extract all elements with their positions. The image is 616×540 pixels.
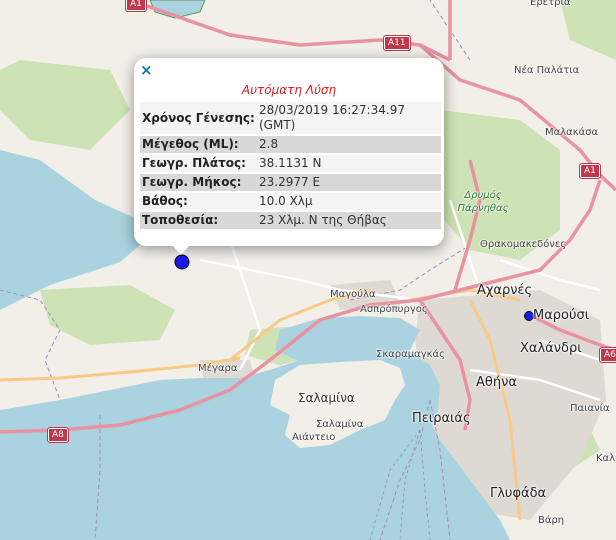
place-label-malakasa: Μαλακάσα	[545, 127, 599, 138]
road-shield-a8: A8	[48, 428, 68, 442]
place-label-paiania: Παιανία	[570, 403, 610, 414]
close-icon[interactable]: ×	[140, 62, 153, 78]
detail-label: Μέγεθος (ML):	[140, 136, 257, 153]
detail-label: Γεωγρ. Μήκος:	[140, 174, 257, 191]
earthquake-info-popup: × Αυτόματη Λύση Χρόνος Γένεσης: 28/03/20…	[134, 58, 444, 246]
place-label-drymos-parnithas: Δρυμός Πάρνηθας	[457, 190, 509, 214]
place-label-athina: Αθήνα	[476, 375, 517, 390]
detail-value: 10.0 Χλμ	[257, 193, 441, 210]
place-label-skaramangas: Σκαραμαγκάς	[376, 349, 445, 360]
detail-row-magnitude: Μέγεθος (ML): 2.8	[140, 136, 441, 153]
detail-row-location: Τοποθεσία: 23 Χλμ. N της Θήβας	[140, 212, 441, 229]
popup-title: Αυτόματη Λύση	[241, 83, 337, 97]
earthquake-details-table: Χρόνος Γένεσης: 28/03/2019 16:27:34.97 (…	[140, 100, 441, 231]
place-label-chalandri: Χαλάνδρι	[520, 341, 582, 356]
detail-value: 28/03/2019 16:27:34.97 (GMT)	[257, 102, 441, 134]
detail-row-longitude: Γεωγρ. Μήκος: 23.2977 E	[140, 174, 441, 191]
detail-value: 23.2977 E	[257, 174, 441, 191]
place-label-aianteio: Αιάντειο	[292, 432, 336, 443]
place-label-salamina-town: Σαλαμίνα	[316, 419, 364, 430]
detail-row-latitude: Γεωγρ. Πλάτος: 38.1131 N	[140, 155, 441, 172]
detail-label: Χρόνος Γένεσης:	[140, 102, 257, 134]
place-label-kalyvia: Καλύβια	[596, 453, 616, 464]
place-label-aspropyrgos: Ασπρόπυργος	[360, 304, 428, 315]
popup-tip	[172, 245, 190, 255]
road-shield-a11: A11	[384, 36, 410, 50]
detail-label: Βάθος:	[140, 193, 257, 210]
place-label-vari: Βάρη	[538, 515, 565, 526]
place-label-glyfada: Γλυφάδα	[490, 486, 547, 501]
place-label-nea-palatia: Νέα Παλάτια	[514, 65, 580, 76]
place-label-thrakomakedones: Θρακομακεδόνες	[480, 239, 567, 250]
place-label-magoula: Μαγούλα	[330, 289, 376, 300]
detail-label: Γεωγρ. Πλάτος:	[140, 155, 257, 172]
place-label-eretria: Ερέτρια	[530, 0, 571, 8]
road-shield-a6: A6	[600, 348, 616, 362]
detail-value: 23 Χλμ. N της Θήβας	[257, 212, 441, 229]
road-shield-a1-top: A1	[126, 0, 146, 11]
detail-row-depth: Βάθος: 10.0 Χλμ	[140, 193, 441, 210]
place-label-peiraias: Πειραιάς	[412, 411, 471, 426]
place-label-acharnes: Αχαρνές	[477, 283, 533, 298]
detail-row-origin-time: Χρόνος Γένεσης: 28/03/2019 16:27:34.97 (…	[140, 102, 441, 134]
earthquake-marker[interactable]	[174, 254, 190, 270]
place-label-megara: Μέγαρα	[198, 363, 238, 374]
place-label-marousi: Μαρούσι	[533, 308, 590, 323]
detail-value: 38.1131 N	[257, 155, 441, 172]
detail-value: 2.8	[257, 136, 441, 153]
detail-label: Τοποθεσία:	[140, 212, 257, 229]
place-label-salamina-island: Σαλαμίνα	[298, 391, 355, 405]
road-shield-a1: A1	[580, 164, 600, 178]
